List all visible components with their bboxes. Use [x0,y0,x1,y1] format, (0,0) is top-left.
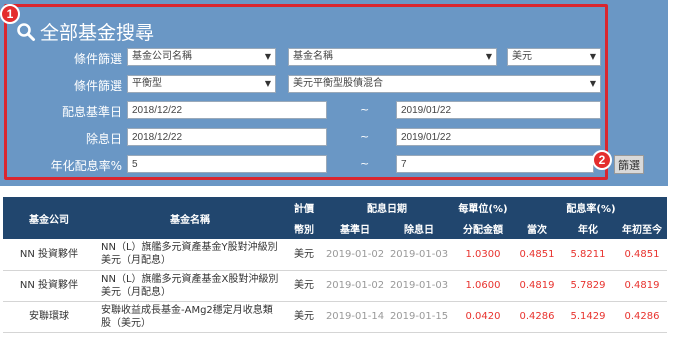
base-date-label: 配息基準日 [61,105,122,119]
cell-ytd: 0.4819 [617,270,667,302]
cell-currency: 美元 [285,239,323,271]
cell-fund-name[interactable]: NN（L）旗艦多元資產基金X股對沖級別美元（月配息） [95,270,285,302]
fund-search-panel: 全部基金搜尋 條件篩選 基金公司名稱 ▼ 基金名稱 ▼ 美元 ▼ 條件篩選 平衡… [0,0,668,186]
fund-company-value: 基金公司名稱 [132,51,192,62]
dividend-results-table: 基金公司 基金名稱 計價 配息日期 每單位(%) 配息率(%) 幣別 基準日 除… [3,197,667,333]
cell-currency: 美元 [285,301,323,333]
panel-title-text: 全部基金搜尋 [40,22,155,44]
base-date-from-input[interactable] [127,101,327,119]
search-icon [17,22,35,41]
step-badge-1: 1 [0,4,20,24]
col-header-annual: 年化 [559,218,617,239]
cell-amount: 0.0420 [451,301,515,333]
filter-label-2: 條件篩選 [73,79,122,93]
cell-ytd: 0.4286 [617,301,667,333]
fund-type-value: 平衡型 [132,78,162,89]
fund-company-select[interactable]: 基金公司名稱 ▼ [127,48,276,66]
col-header-company: 基金公司 [3,197,95,239]
base-date-to-input[interactable] [396,101,601,119]
col-header-ytd: 年初至今 [617,218,667,239]
panel-title: 全部基金搜尋 [16,18,154,45]
range-separator: ~ [360,157,370,170]
cell-fund-name[interactable]: 安聯收益成長基金-AMg2穩定月收息類股（美元） [95,301,285,333]
col-header-this-time: 當次 [515,218,559,239]
cell-this-time: 0.4851 [515,239,559,271]
col-header-rate: 配息率(%) [515,197,667,218]
table-header-row: 基金公司 基金名稱 計價 配息日期 每單位(%) 配息率(%) [3,197,667,239]
ex-date-label: 除息日 [85,132,122,146]
col-header-ex-date: 除息日 [387,218,451,239]
col-header-currency: 幣別 [285,218,323,239]
chevron-down-icon: ▼ [264,79,271,88]
col-header-dividend-date: 配息日期 [323,197,451,218]
yield-rate-from-input[interactable] [127,155,327,173]
cell-ex-date: 2019-01-15 [387,301,451,333]
ex-date-to-input[interactable] [396,128,601,146]
cell-currency: 美元 [285,270,323,302]
cell-company: NN 投資夥伴 [3,239,95,271]
fund-category-select[interactable]: 美元平衡型股債混合 ▼ [288,75,601,93]
cell-amount: 1.0300 [451,239,515,271]
chevron-down-icon: ▼ [264,52,271,61]
chevron-down-icon: ▼ [485,52,492,61]
table-row[interactable]: NN 投資夥伴 NN（L）旗艦多元資產基金Y股對沖級別美元（月配息） 美元 20… [3,239,667,271]
ex-date-from-input[interactable] [127,128,327,146]
col-header-amount: 分配金額 [451,218,515,239]
chevron-down-icon: ▼ [589,79,596,88]
col-header-base-date: 基準日 [323,218,387,239]
cell-ytd: 0.4851 [617,239,667,271]
fund-name-value: 基金名稱 [293,51,333,62]
cell-ex-date: 2019-01-03 [387,270,451,302]
fund-category-value: 美元平衡型股債混合 [293,78,383,89]
cell-annual: 5.7829 [559,270,617,302]
range-separator: ~ [360,103,370,116]
cell-fund-name[interactable]: NN（L）旗艦多元資產基金Y股對沖級別美元（月配息） [95,239,285,271]
col-header-per-unit: 每單位(%) [451,197,515,218]
cell-base-date: 2019-01-02 [323,239,387,271]
currency-value: 美元 [512,51,532,62]
cell-company: 安聯環球 [3,301,95,333]
cell-amount: 1.0600 [451,270,515,302]
fund-name-select[interactable]: 基金名稱 ▼ [288,48,497,66]
chevron-down-icon: ▼ [589,52,596,61]
step-badge-2: 2 [592,150,612,170]
table-row[interactable]: 安聯環球 安聯收益成長基金-AMg2穩定月收息類股（美元） 美元 2019-01… [3,301,667,333]
cell-base-date: 2019-01-14 [323,301,387,333]
yield-rate-to-input[interactable] [396,155,594,173]
cell-base-date: 2019-01-02 [323,270,387,302]
cell-this-time: 0.4819 [515,270,559,302]
col-header-name: 基金名稱 [95,197,285,239]
filter-label-1: 條件篩選 [73,52,122,66]
filter-button[interactable]: 篩選 [614,155,644,174]
cell-company: NN 投資夥伴 [3,270,95,302]
cell-ex-date: 2019-01-03 [387,239,451,271]
fund-type-select[interactable]: 平衡型 ▼ [127,75,276,93]
yield-rate-label: 年化配息率% [50,159,122,173]
cell-annual: 5.8211 [559,239,617,271]
currency-select[interactable]: 美元 ▼ [507,48,601,66]
cell-this-time: 0.4286 [515,301,559,333]
col-header-currency-top: 計價 [285,197,323,218]
range-separator: ~ [360,130,370,143]
cell-annual: 5.1429 [559,301,617,333]
table-row[interactable]: NN 投資夥伴 NN（L）旗艦多元資產基金X股對沖級別美元（月配息） 美元 20… [3,270,667,302]
